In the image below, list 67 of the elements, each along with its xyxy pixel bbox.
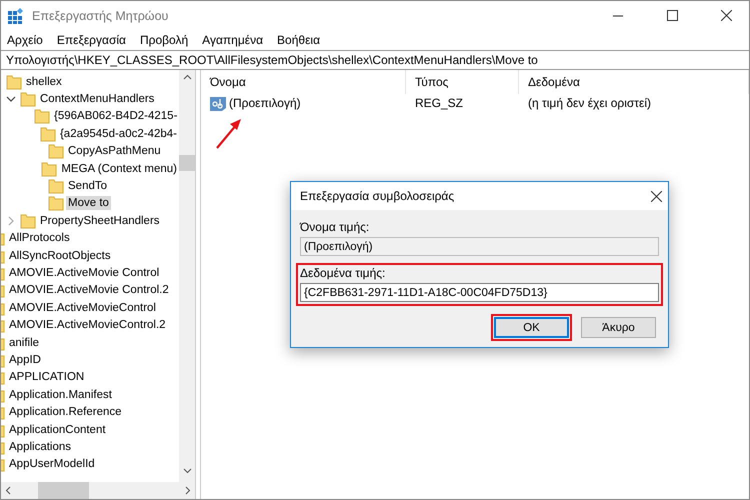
- menu-item[interactable]: Προβολή: [140, 32, 188, 46]
- tree-item[interactable]: {596AB062-B4D2-4215-: [52, 109, 179, 124]
- close-icon[interactable]: [651, 190, 662, 202]
- folder-icon: [6, 74, 22, 90]
- tree-item[interactable]: ApplicationContent: [7, 422, 108, 436]
- tree-item[interactable]: AMOVIE.ActiveMovieControl: [7, 300, 158, 315]
- column-header[interactable]: Τύπος: [406, 70, 519, 94]
- scroll-up-icon[interactable]: [182, 74, 192, 80]
- vertical-scrollbar[interactable]: [179, 70, 195, 482]
- address-bar[interactable]: Υπολογιστής\HKEY_CLASSES_ROOT\AllFilesystemObjects\shellex\ContextMenuHandlers\Move to: [1, 50, 749, 70]
- tree-item[interactable]: AMOVIE.ActiveMovie Control.2: [7, 283, 171, 298]
- tree-item[interactable]: Application.Manifest: [7, 388, 114, 402]
- app-icon: [8, 8, 24, 24]
- field-label: Δεδομένα τιμής:: [300, 266, 386, 280]
- scroll-thumb[interactable]: [179, 155, 195, 171]
- tree-item[interactable]: CopyAsPathMenu: [66, 144, 163, 158]
- tree-item[interactable]: Application.Reference: [7, 405, 124, 420]
- folder-icon: [48, 178, 64, 194]
- scroll-right-icon[interactable]: [185, 486, 191, 495]
- menu-item[interactable]: Αγαπημένα: [202, 32, 264, 46]
- tree-item[interactable]: AMOVIE.ActiveMovieControl.2: [7, 318, 168, 332]
- folder-icon: [48, 195, 64, 212]
- value-data-field[interactable]: {C2FBB631-2971-11D1-A18C-00C04FD75D13}: [300, 283, 659, 302]
- tree-item[interactable]: SendTo: [66, 179, 110, 194]
- tree-item[interactable]: PropertySheetHandlers: [38, 214, 162, 228]
- folder-icon: [48, 143, 64, 160]
- string-value-icon: [210, 96, 226, 110]
- menu-item[interactable]: Βοήθεια: [277, 32, 320, 46]
- tree-item[interactable]: ContextMenuHandlers: [38, 92, 156, 106]
- column-header[interactable]: Όνομα: [201, 70, 406, 94]
- tree-item[interactable]: AllProtocols: [7, 231, 72, 246]
- field-label: Όνομα τιμής:: [300, 220, 370, 234]
- tree-item[interactable]: AllSyncRootObjects: [7, 248, 113, 263]
- window-title: Επεξεργαστής Μητρώου: [32, 8, 170, 22]
- scroll-down-icon[interactable]: [182, 468, 192, 474]
- tree-item[interactable]: APPLICATION: [7, 370, 86, 384]
- maximize-icon[interactable]: [666, 10, 678, 21]
- tree-item[interactable]: AppID: [7, 352, 43, 367]
- close-icon[interactable]: [720, 10, 732, 21]
- folder-icon: [20, 91, 36, 108]
- tree-item[interactable]: AMOVIE.ActiveMovie Control: [7, 266, 162, 280]
- value-data: (η τιμή δεν έχει οριστεί): [528, 96, 652, 110]
- folder-icon: [40, 126, 56, 142]
- value-name-field[interactable]: (Προεπιλογή): [300, 237, 659, 256]
- tree-item[interactable]: shellex: [24, 74, 64, 89]
- cancel-button[interactable]: Άκυρο: [581, 317, 656, 338]
- scroll-left-icon[interactable]: [5, 486, 11, 495]
- tree-item[interactable]: AppUserModelId: [7, 457, 97, 472]
- ok-button[interactable]: OK: [494, 317, 569, 338]
- folder-icon: [20, 212, 36, 229]
- dialog-title: Επεξεργασία συμβολοσειράς: [300, 189, 454, 203]
- value-type: REG_SZ: [415, 96, 464, 110]
- horizontal-scrollbar[interactable]: [1, 482, 195, 499]
- column-header[interactable]: Δεδομένα: [519, 70, 749, 94]
- scroll-thumb[interactable]: [38, 482, 89, 499]
- tree-item[interactable]: anifile: [7, 336, 42, 350]
- folder-icon: [41, 160, 58, 177]
- tree-item[interactable]: MEGA (Context menu): [59, 162, 179, 176]
- chevron-down-icon[interactable]: [6, 94, 16, 104]
- annotation-arrow: [215, 118, 243, 150]
- menu-item[interactable]: Αρχείο: [7, 32, 43, 46]
- tree-item[interactable]: Applications: [7, 440, 74, 454]
- tree-item[interactable]: {a2a9545d-a0c2-42b4-: [58, 126, 179, 141]
- value-name[interactable]: (Προεπιλογή): [229, 96, 301, 110]
- tree-item[interactable]: Move to: [66, 196, 111, 210]
- folder-icon: [34, 108, 50, 124]
- menu-item[interactable]: Επεξεργασία: [56, 32, 126, 46]
